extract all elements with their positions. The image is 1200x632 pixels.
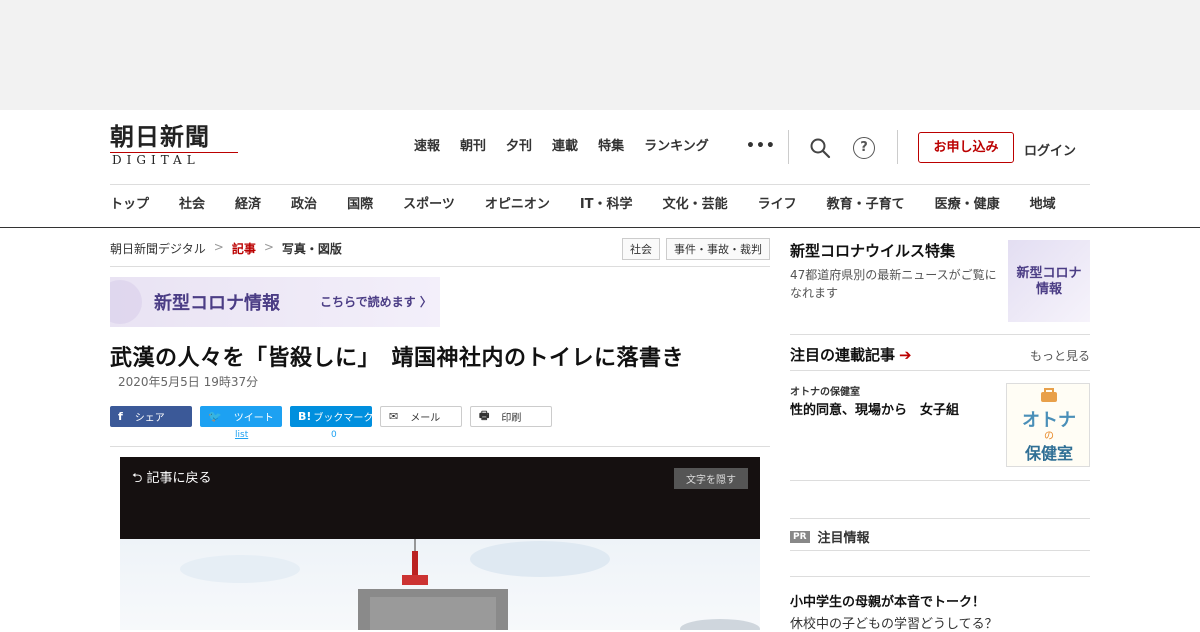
share-buttons: f シェア 🐦 ツイート B! ブックマーク ✉ メール 🖶 印刷 <box>110 406 552 427</box>
category-it-science[interactable]: IT・科学 <box>580 196 633 214</box>
divider <box>790 518 1090 519</box>
tag-society[interactable]: 社会 <box>622 238 660 260</box>
divider <box>790 370 1090 371</box>
divider <box>897 130 898 164</box>
mail-icon: ✉ <box>389 410 399 423</box>
corona-feature-desc: 47都道府県別の最新ニュースがご覧になれます <box>790 268 997 300</box>
category-education[interactable]: 教育・子育て <box>827 196 905 214</box>
pr-item-sub[interactable]: 休校中の子どもの学習どうしてる？ <box>790 613 998 632</box>
facebook-share-button[interactable]: f シェア <box>110 406 192 427</box>
search-icon[interactable] <box>808 136 832 160</box>
category-health[interactable]: 医療・健康 <box>935 196 1000 214</box>
breadcrumb-sep: > <box>213 240 224 254</box>
pr-title: 注目情報 <box>817 531 870 546</box>
top-ad-area <box>0 0 1200 110</box>
breadcrumb-sep: > <box>263 240 274 254</box>
banner-link: こちらで読めます 〉 <box>320 295 432 309</box>
hatena-icon: B! <box>298 410 312 423</box>
breadcrumb: 朝日新聞デジタル > 記事 > 写真・図版 <box>110 240 342 257</box>
top-nav-item-tokushu[interactable]: 特集 <box>598 138 624 156</box>
category-top[interactable]: トップ <box>110 196 149 214</box>
divider <box>110 446 770 447</box>
article-date: 2020年5月5日 19時37分 <box>118 375 259 389</box>
divider <box>110 266 770 267</box>
category-nav: トップ 社会 経済 政治 国際 スポーツ オピニオン IT・科学 文化・芸能 ラ… <box>110 196 1086 214</box>
header-divider <box>110 184 1090 185</box>
twitter-share-button[interactable]: 🐦 ツイート <box>200 406 282 427</box>
arrow-right-icon: ➔ <box>899 346 912 364</box>
tag-incident[interactable]: 事件・事故・裁判 <box>666 238 770 260</box>
subscribe-button[interactable]: お申し込み <box>918 132 1014 163</box>
top-nav-item-chokan[interactable]: 朝刊 <box>460 138 486 156</box>
site-logo[interactable]: 朝日新聞 DIGITAL <box>110 124 240 170</box>
more-link[interactable]: もっと見る <box>1030 347 1090 364</box>
pr-badge: PR <box>790 530 810 543</box>
divider <box>790 550 1090 551</box>
login-link[interactable]: ログイン <box>1024 140 1076 159</box>
top-nav-item-sokuho[interactable]: 速報 <box>414 138 440 156</box>
pr-section-header: PR 注目情報 <box>790 527 870 546</box>
photo-viewer-header: ⮌ 記事に戻る 文字を隠す <box>120 457 760 539</box>
more-menu-icon[interactable]: ••• <box>746 138 776 154</box>
facebook-icon: f <box>118 410 123 423</box>
facebook-share-label: シェア <box>134 413 165 424</box>
logo-digital: DIGITAL <box>110 152 238 167</box>
category-life[interactable]: ライフ <box>758 196 797 214</box>
corona-banner[interactable]: 新型コロナ情報 こちらで読めます 〉 <box>110 277 440 327</box>
print-label: 印刷 <box>501 413 522 424</box>
breadcrumb-article[interactable]: 記事 <box>232 240 256 257</box>
corona-feature-title[interactable]: 新型コロナウイルス特集 <box>790 240 955 261</box>
divider <box>788 130 789 164</box>
divider <box>790 334 1090 335</box>
back-to-article-link[interactable]: ⮌ 記事に戻る <box>132 467 212 491</box>
twitter-share-label: ツイート <box>233 413 274 424</box>
series-section-title: 注目の連載記事 ➔ <box>790 344 912 365</box>
series-thumb-text3: 保健室 <box>1024 444 1073 463</box>
category-politics[interactable]: 政治 <box>291 196 317 214</box>
article-tags: 社会 事件・事故・裁判 <box>622 238 770 260</box>
hide-text-button[interactable]: 文字を隠す <box>674 468 748 489</box>
category-economy[interactable]: 経済 <box>235 196 261 214</box>
pr-item-headline[interactable]: 小中学生の母親が本音でトーク！ <box>790 591 985 610</box>
top-nav: 速報 朝刊 夕刊 連載 特集 ランキング <box>414 138 729 156</box>
category-opinion[interactable]: オピニオン <box>485 196 550 214</box>
breadcrumb-home[interactable]: 朝日新聞デジタル <box>110 240 206 257</box>
print-button[interactable]: 🖶 印刷 <box>470 406 552 427</box>
category-sports[interactable]: スポーツ <box>403 196 455 214</box>
back-to-article-label: 記事に戻る <box>146 471 212 486</box>
series-category: オトナの保健室 <box>790 387 860 398</box>
category-society[interactable]: 社会 <box>179 196 205 214</box>
corona-feature-thumb[interactable]: 新型コロナ 情報 <box>1008 240 1090 322</box>
site-header: 朝日新聞 DIGITAL 速報 朝刊 夕刊 連載 特集 ランキング ••• ? … <box>0 110 1200 228</box>
hatena-label: ブックマーク <box>313 413 374 424</box>
top-nav-item-yukan[interactable]: 夕刊 <box>506 138 532 156</box>
hatena-count[interactable]: 0 <box>331 430 337 440</box>
category-culture[interactable]: 文化・芸能 <box>663 196 728 214</box>
divider <box>790 480 1090 481</box>
top-nav-item-ranking[interactable]: ランキング <box>644 138 709 156</box>
article-headline: 武漢の人々を「皆殺しに」 靖国神社内のトイレに落書き <box>110 346 685 371</box>
twitter-icon: 🐦 <box>208 410 222 423</box>
banner-title: 新型コロナ情報 <box>154 293 280 314</box>
article-photo <box>120 539 760 630</box>
category-international[interactable]: 国際 <box>347 196 373 214</box>
mail-label: メール <box>410 413 441 424</box>
mail-button[interactable]: ✉ メール <box>380 406 462 427</box>
top-nav-item-rensai[interactable]: 連載 <box>552 138 578 156</box>
back-arrow-icon: ⮌ <box>132 471 147 486</box>
series-item-title[interactable]: 性的同意、現場から 女子組 <box>790 399 959 418</box>
series-title-text: 注目の連載記事 <box>790 346 896 364</box>
breadcrumb-photo: 写真・図版 <box>281 242 342 256</box>
logo-kanji: 朝日新聞 <box>110 122 210 151</box>
print-icon: 🖶 <box>479 409 490 422</box>
series-thumb[interactable]: オトナ の 保健室 <box>1006 383 1090 467</box>
category-region[interactable]: 地域 <box>1030 196 1056 214</box>
hatena-bookmark-button[interactable]: B! ブックマーク <box>290 406 374 427</box>
corona-thumb-text: 新型コロナ 情報 <box>1016 266 1082 297</box>
divider <box>790 576 1090 577</box>
help-icon[interactable]: ? <box>853 137 875 159</box>
twitter-count-link[interactable]: list <box>235 430 248 440</box>
